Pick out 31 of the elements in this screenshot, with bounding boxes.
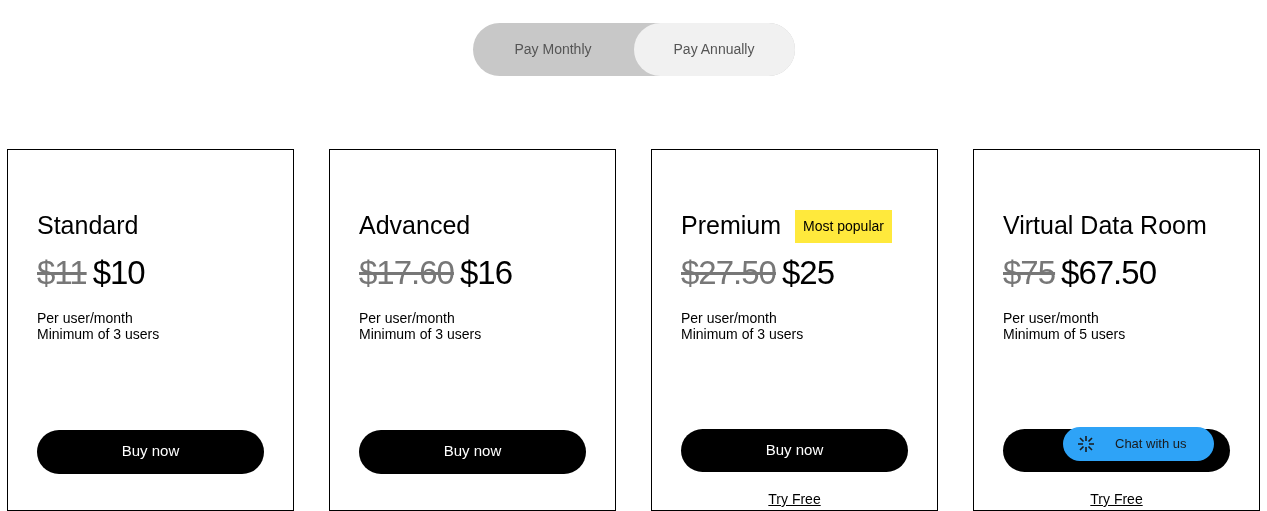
plan-name: Advanced — [359, 210, 471, 242]
minimum-users: Minimum of 5 users — [1003, 325, 1127, 342]
minimum-users: Minimum of 3 users — [37, 325, 161, 342]
price-period: Per user/month — [37, 309, 134, 326]
billing-tab[interactable]: Pay Monthly — [472, 23, 634, 76]
chat-toast[interactable]: Chat with us — [1063, 427, 1214, 461]
buy-button[interactable]: Buy now — [359, 429, 586, 474]
price-period: Per user/month — [359, 309, 456, 326]
old-price: $11 — [37, 253, 87, 293]
price: $25 — [781, 253, 834, 293]
old-price: $17.60 — [359, 253, 454, 293]
popular-badge: Most popular — [795, 209, 892, 243]
chat-icon — [1077, 435, 1095, 453]
billing-tab[interactable]: Pay Annually — [633, 23, 795, 76]
plan-name: Virtual Data Room — [1003, 210, 1207, 242]
minimum-users: Minimum of 3 users — [359, 325, 483, 342]
try-free-link[interactable]: Try Free — [1090, 489, 1143, 510]
price: $16 — [459, 253, 512, 293]
try-free-link[interactable]: Try Free — [768, 489, 821, 510]
price-period: Per user/month — [681, 309, 778, 326]
buy-button[interactable]: Buy now — [681, 428, 908, 472]
buy-button[interactable]: Buy now — [37, 429, 264, 474]
old-price: $27.50 — [681, 253, 776, 293]
minimum-users: Minimum of 3 users — [681, 325, 805, 342]
plan-name: Premium — [681, 210, 781, 242]
price: $10 — [92, 253, 145, 293]
plan-name: Standard — [37, 210, 139, 242]
price: $67.50 — [1061, 253, 1156, 293]
old-price: $75 — [1003, 253, 1056, 293]
price-period: Per user/month — [1003, 309, 1100, 326]
chat-label: Chat with us — [1115, 435, 1187, 454]
